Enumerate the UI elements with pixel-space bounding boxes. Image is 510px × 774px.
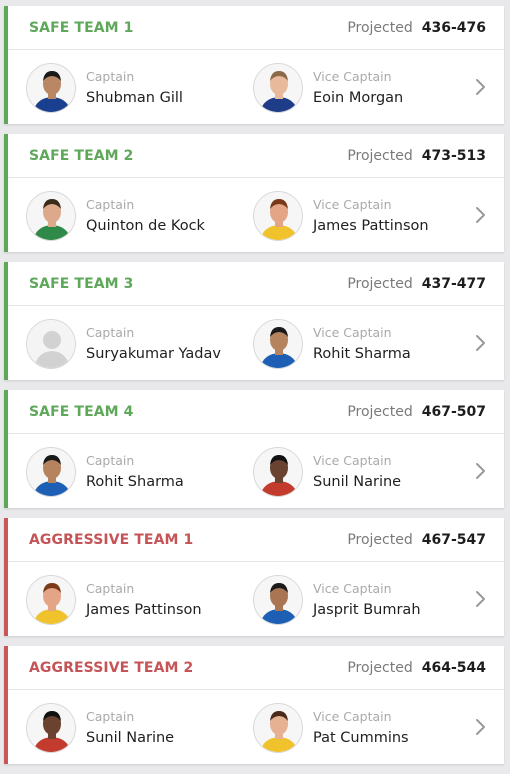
- vice-captain: Vice Captain Rohit Sharma: [253, 319, 411, 369]
- projected-score: Projected 467-507: [347, 404, 486, 420]
- vice-captain-name: James Pattinson: [313, 217, 429, 234]
- player-avatar-icon: [26, 703, 76, 753]
- player-avatar-icon: [253, 575, 303, 625]
- projected-range: 464-544: [421, 659, 486, 676]
- vice-captain-role-label: Vice Captain: [313, 324, 392, 340]
- captain-name: Shubman Gill: [86, 89, 183, 106]
- vice-captain-role-label: Vice Captain: [313, 196, 392, 212]
- vice-captain-role-label: Vice Captain: [313, 68, 392, 84]
- captain-name: Rohit Sharma: [86, 473, 184, 490]
- player-avatar-icon: [26, 575, 76, 625]
- chevron-right-icon[interactable]: [472, 716, 490, 738]
- captain: Captain James Pattinson: [26, 575, 202, 625]
- captain-role-label: Captain: [86, 68, 135, 84]
- team-name: AGGRESSIVE TEAM 1: [29, 531, 194, 548]
- vice-captain-name: Sunil Narine: [313, 473, 402, 490]
- chevron-right-icon[interactable]: [472, 332, 490, 354]
- projected-range: 467-507: [421, 403, 486, 420]
- projected-score: Projected 437-477: [347, 276, 486, 292]
- vice-captain: Vice Captain Eoin Morgan: [253, 63, 403, 113]
- chevron-right-icon[interactable]: [472, 588, 490, 610]
- vice-captain: Vice Captain James Pattinson: [253, 191, 429, 241]
- projected-label: Projected: [347, 403, 413, 420]
- team-card-header: AGGRESSIVE TEAM 2 Projected 464-544: [8, 646, 504, 690]
- player-avatar-icon: [253, 703, 303, 753]
- player-avatar-icon: [26, 319, 76, 369]
- projected-label: Projected: [347, 659, 413, 676]
- projected-range: 437-477: [421, 275, 486, 292]
- player-avatar-icon: [26, 447, 76, 497]
- vice-captain-name: Rohit Sharma: [313, 345, 411, 362]
- projected-label: Projected: [347, 19, 413, 36]
- team-card-header: SAFE TEAM 3 Projected 437-477: [8, 262, 504, 306]
- captain: Captain Shubman Gill: [26, 63, 183, 113]
- team-card-header: SAFE TEAM 4 Projected 467-507: [8, 390, 504, 434]
- projected-range: 473-513: [421, 147, 486, 164]
- captain-role-label: Captain: [86, 196, 135, 212]
- team-card-header: AGGRESSIVE TEAM 1 Projected 467-547: [8, 518, 504, 562]
- team-card-3[interactable]: SAFE TEAM 3 Projected 437-477 Captain Su…: [4, 262, 504, 380]
- vice-captain-name: Pat Cummins: [313, 729, 409, 746]
- team-card-body: Captain Shubman Gill Vice Captain Eoin M…: [8, 50, 504, 124]
- vice-captain: Vice Captain Pat Cummins: [253, 703, 409, 753]
- team-name: SAFE TEAM 4: [29, 403, 134, 420]
- captain-name: Suryakumar Yadav: [86, 345, 221, 362]
- team-card-4[interactable]: SAFE TEAM 4 Projected 467-507 Captain Ro…: [4, 390, 504, 508]
- projected-score: Projected 436-476: [347, 20, 486, 36]
- captain: Captain Rohit Sharma: [26, 447, 184, 497]
- vice-captain-role-label: Vice Captain: [313, 708, 392, 724]
- chevron-right-icon[interactable]: [472, 460, 490, 482]
- captain: Captain Quinton de Kock: [26, 191, 205, 241]
- team-card-6[interactable]: AGGRESSIVE TEAM 2 Projected 464-544 Capt…: [4, 646, 504, 764]
- vice-captain-role-label: Vice Captain: [313, 580, 392, 596]
- team-card-1[interactable]: SAFE TEAM 1 Projected 436-476 Captain Sh…: [4, 6, 504, 124]
- team-card-header: SAFE TEAM 2 Projected 473-513: [8, 134, 504, 178]
- player-avatar-icon: [253, 447, 303, 497]
- captain: Captain Suryakumar Yadav: [26, 319, 221, 369]
- team-card-body: Captain Suryakumar Yadav Vice Captain Ro…: [8, 306, 504, 380]
- vice-captain-name: Jasprit Bumrah: [313, 601, 421, 618]
- team-card-body: Captain Sunil Narine Vice Captain Pat Cu…: [8, 690, 504, 764]
- projected-score: Projected 464-544: [347, 660, 486, 676]
- team-name: AGGRESSIVE TEAM 2: [29, 659, 194, 676]
- team-card-body: Captain Rohit Sharma Vice Captain Sunil …: [8, 434, 504, 508]
- captain-name: Quinton de Kock: [86, 217, 205, 234]
- team-card-2[interactable]: SAFE TEAM 2 Projected 473-513 Captain Qu…: [4, 134, 504, 252]
- captain-name: Sunil Narine: [86, 729, 175, 746]
- captain-role-label: Captain: [86, 452, 135, 468]
- vice-captain: Vice Captain Sunil Narine: [253, 447, 401, 497]
- team-name: SAFE TEAM 2: [29, 147, 134, 164]
- team-card-header: SAFE TEAM 1 Projected 436-476: [8, 6, 504, 50]
- captain-role-label: Captain: [86, 580, 135, 596]
- player-avatar-icon: [253, 319, 303, 369]
- projected-range: 467-547: [421, 531, 486, 548]
- chevron-right-icon[interactable]: [472, 204, 490, 226]
- projected-range: 436-476: [421, 19, 486, 36]
- chevron-right-icon[interactable]: [472, 76, 490, 98]
- player-avatar-icon: [253, 191, 303, 241]
- player-avatar-icon: [253, 63, 303, 113]
- team-name: SAFE TEAM 1: [29, 19, 134, 36]
- captain-name: James Pattinson: [86, 601, 202, 618]
- team-list: SAFE TEAM 1 Projected 436-476 Captain Sh…: [4, 6, 504, 774]
- projected-score: Projected 473-513: [347, 148, 486, 164]
- team-card-body: Captain James Pattinson Vice Captain Jas…: [8, 562, 504, 636]
- captain: Captain Sunil Narine: [26, 703, 174, 753]
- player-avatar-icon: [26, 63, 76, 113]
- captain-role-label: Captain: [86, 324, 135, 340]
- player-avatar-icon: [26, 191, 76, 241]
- projected-label: Projected: [347, 147, 413, 164]
- team-name: SAFE TEAM 3: [29, 275, 134, 292]
- projected-label: Projected: [347, 275, 413, 292]
- vice-captain-name: Eoin Morgan: [313, 89, 404, 106]
- vice-captain-role-label: Vice Captain: [313, 452, 392, 468]
- projected-score: Projected 467-547: [347, 532, 486, 548]
- projected-label: Projected: [347, 531, 413, 548]
- vice-captain: Vice Captain Jasprit Bumrah: [253, 575, 421, 625]
- team-card-5[interactable]: AGGRESSIVE TEAM 1 Projected 467-547 Capt…: [4, 518, 504, 636]
- captain-role-label: Captain: [86, 708, 135, 724]
- team-card-body: Captain Quinton de Kock Vice Captain Jam…: [8, 178, 504, 252]
